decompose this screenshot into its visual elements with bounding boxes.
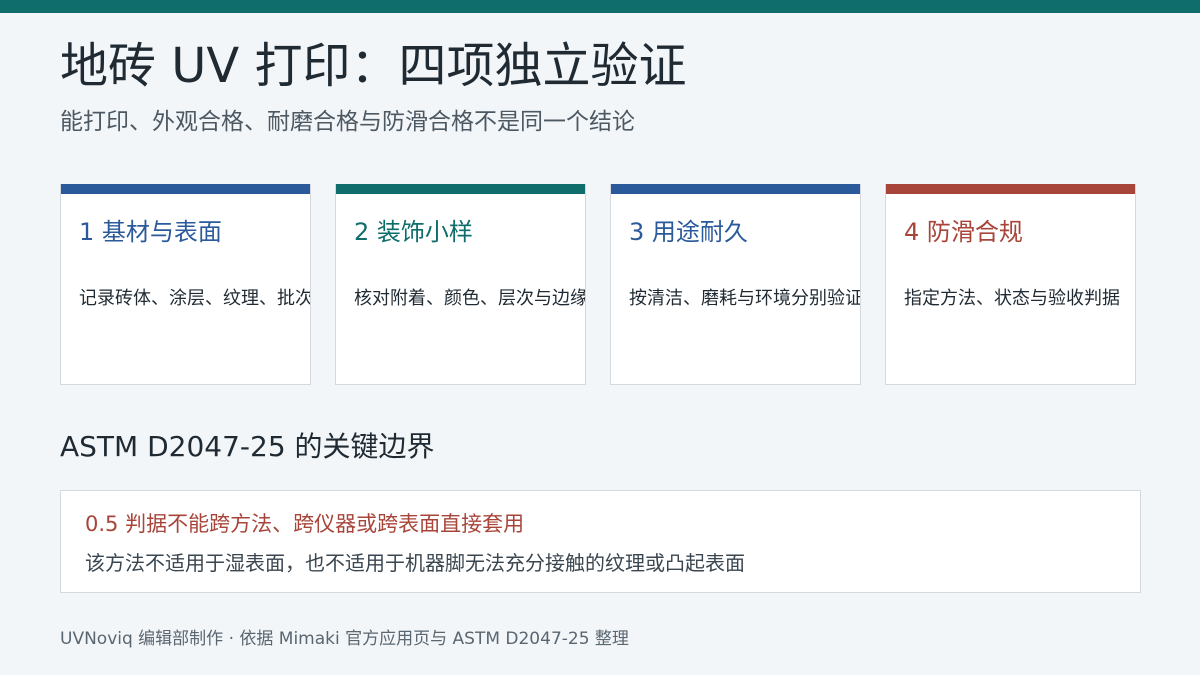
card-accent-bar [61,184,310,194]
card-title: 2 装饰小样 [354,218,473,246]
boundary-note-box: 0.5 判据不能跨方法、跨仪器或跨表面直接套用 该方法不适用于湿表面，也不适用于… [60,490,1141,593]
card-decor-sample: 2 装饰小样 核对附着、颜色、层次与边缘 [335,184,586,385]
card-accent-bar [611,184,860,194]
card-substrate: 1 基材与表面 记录砖体、涂层、纹理、批次 [60,184,311,385]
card-slip-compliance: 4 防滑合规 指定方法、状态与验收判据 [885,184,1136,385]
card-accent-bar [336,184,585,194]
footer-credit: UVNoviq 编辑部制作 · 依据 Mimaki 官方应用页与 ASTM D2… [60,629,629,649]
page-title: 地砖 UV 打印：四项独立验证 [60,38,687,94]
note-headline: 0.5 判据不能跨方法、跨仪器或跨表面直接套用 [85,512,525,536]
card-description: 核对附着、颜色、层次与边缘 [354,288,586,309]
card-description: 按清洁、磨耗与环境分别验证 [629,288,861,309]
card-description: 指定方法、状态与验收判据 [904,288,1120,309]
card-title: 3 用途耐久 [629,218,748,246]
section-title: ASTM D2047-25 的关键边界 [60,430,435,463]
card-title: 1 基材与表面 [79,218,222,246]
card-durability: 3 用途耐久 按清洁、磨耗与环境分别验证 [610,184,861,385]
note-body: 该方法不适用于湿表面，也不适用于机器脚无法充分接触的纹理或凸起表面 [85,551,745,575]
page-subtitle: 能打印、外观合格、耐磨合格与防滑合格不是同一个结论 [60,109,635,135]
card-description: 记录砖体、涂层、纹理、批次 [79,288,311,309]
card-accent-bar [886,184,1135,194]
card-title: 4 防滑合规 [904,218,1023,246]
top-accent-bar [0,0,1200,13]
